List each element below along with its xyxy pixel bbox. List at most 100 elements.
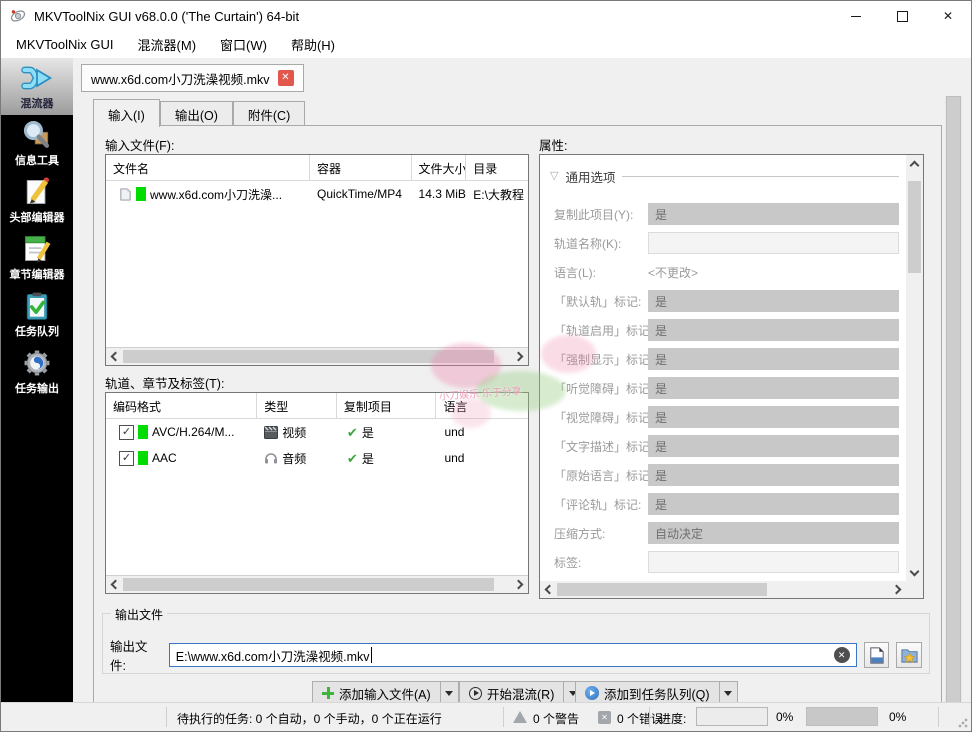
scroll-down-arrow[interactable] bbox=[906, 564, 923, 581]
text-description-select[interactable]: 是 bbox=[648, 435, 899, 457]
track-checkbox[interactable]: ✓ bbox=[119, 451, 134, 466]
current-progress-value: 0% bbox=[776, 710, 793, 724]
input-files-table[interactable]: 文件名 容器 文件大小 目录 www.x6d.com小刀洗澡... QuickT… bbox=[105, 154, 529, 366]
scrollbar-thumb[interactable] bbox=[123, 578, 494, 591]
forced-display-select[interactable]: 是 bbox=[648, 348, 899, 370]
track-language: und bbox=[444, 451, 464, 465]
general-options-section[interactable]: ▽ 通用选项 bbox=[550, 167, 899, 186]
clear-input-button[interactable]: ✕ bbox=[834, 647, 850, 663]
property-label: 「评论轨」标记: bbox=[554, 496, 648, 513]
visual-impaired-select[interactable]: 是 bbox=[648, 406, 899, 428]
column-header[interactable]: 编码格式 bbox=[106, 393, 257, 418]
merge-subtabs: 输入(I) 输出(O) 附件(C) bbox=[93, 99, 305, 126]
folder-star-icon bbox=[900, 646, 919, 665]
menu-window[interactable]: 窗口(W) bbox=[208, 31, 279, 58]
scrollbar-thumb[interactable] bbox=[946, 96, 961, 704]
add-to-queue-label: 添加到任务队列(Q) bbox=[604, 684, 710, 703]
page-vertical-scrollbar[interactable] bbox=[945, 96, 962, 704]
tab-attachments[interactable]: 附件(C) bbox=[233, 101, 305, 126]
tab-output[interactable]: 输出(O) bbox=[160, 101, 233, 126]
total-progress-value: 0% bbox=[889, 710, 906, 724]
current-progress-bar bbox=[696, 707, 768, 726]
table-row[interactable]: ✓ AVC/H.264/M... 视频 ✔ 是 und bbox=[106, 419, 528, 445]
compression-select[interactable]: 自动决定 bbox=[648, 522, 899, 544]
section-title: 通用选项 bbox=[565, 167, 615, 186]
horizontal-scrollbar[interactable] bbox=[106, 347, 528, 365]
column-header[interactable]: 文件大小 bbox=[412, 155, 467, 180]
open-folder-button[interactable] bbox=[896, 642, 922, 668]
scrollbar-corner bbox=[906, 581, 923, 598]
column-header[interactable]: 文件名 bbox=[106, 155, 310, 180]
vertical-scrollbar[interactable] bbox=[906, 155, 923, 581]
original-language-select[interactable]: 是 bbox=[648, 464, 899, 486]
horizontal-scrollbar[interactable] bbox=[540, 581, 906, 598]
menu-help[interactable]: 帮助(H) bbox=[279, 31, 347, 58]
scroll-up-arrow[interactable] bbox=[906, 155, 923, 172]
close-button[interactable]: ✕ bbox=[925, 1, 971, 31]
default-track-select[interactable]: 是 bbox=[648, 290, 899, 312]
sidebar-item-multiplexer[interactable]: 混流器 bbox=[1, 58, 73, 115]
document-tab-label: www.x6d.com小刀洗澡视频.mkv bbox=[91, 69, 270, 88]
track-checkbox[interactable]: ✓ bbox=[119, 425, 134, 440]
minimize-button[interactable] bbox=[833, 1, 879, 31]
output-file-input[interactable]: E:\www.x6d.com小刀洗澡视频.mkv ✕ bbox=[169, 643, 857, 667]
column-header[interactable]: 语言 bbox=[436, 393, 528, 418]
property-label: 压缩方式: bbox=[554, 525, 648, 542]
file-container: QuickTime/MP4 bbox=[317, 187, 402, 201]
scroll-left-arrow[interactable] bbox=[106, 348, 123, 365]
sidebar-label: 头部编辑器 bbox=[10, 209, 65, 225]
pending-jobs-status: 待执行的任务: 0 个自动，0 个手动，0 个正在运行 bbox=[177, 710, 442, 727]
error-icon: ✕ bbox=[598, 711, 611, 724]
sidebar-item-job-queue[interactable]: 任务队列 bbox=[1, 286, 73, 343]
horizontal-scrollbar[interactable] bbox=[106, 575, 528, 593]
track-name-input[interactable] bbox=[648, 232, 899, 254]
menu-multiplexer[interactable]: 混流器(M) bbox=[126, 31, 209, 58]
scrollbar-thumb[interactable] bbox=[123, 350, 494, 363]
resize-grip[interactable] bbox=[958, 718, 968, 728]
sidebar-label: 任务队列 bbox=[15, 323, 59, 339]
column-header[interactable]: 容器 bbox=[310, 155, 412, 180]
scroll-left-arrow[interactable] bbox=[540, 581, 557, 598]
commentary-select[interactable]: 是 bbox=[648, 493, 899, 515]
track-enabled-select[interactable]: 是 bbox=[648, 319, 899, 341]
tab-input[interactable]: 输入(I) bbox=[93, 99, 160, 127]
sidebar-item-info-tool[interactable]: 信息工具 bbox=[1, 115, 73, 172]
minimize-icon bbox=[851, 16, 861, 17]
column-header[interactable]: 复制项目 bbox=[337, 393, 437, 418]
copy-check-icon: ✔ bbox=[347, 452, 358, 465]
scroll-right-arrow[interactable] bbox=[511, 576, 528, 593]
hearing-impaired-select[interactable]: 是 bbox=[648, 377, 899, 399]
sidebar-item-chapter-editor[interactable]: 章节编辑器 bbox=[1, 229, 73, 286]
input-tab-panel: 输入文件(F): 文件名 容器 文件大小 目录 www.x6d.com小刀洗澡.… bbox=[93, 125, 942, 706]
section-divider bbox=[622, 176, 899, 177]
track-color-swatch bbox=[138, 425, 148, 439]
sidebar-item-job-output[interactable]: 任务输出 bbox=[1, 343, 73, 400]
track-codec: AAC bbox=[152, 451, 177, 465]
scrollbar-thumb[interactable] bbox=[557, 583, 767, 596]
column-header[interactable]: 目录 bbox=[466, 155, 528, 180]
column-header[interactable]: 类型 bbox=[257, 393, 337, 418]
file-directory: E:\大教程 bbox=[473, 186, 524, 203]
property-label: 「视觉障碍」标记: bbox=[554, 409, 648, 426]
queue-arrow-icon bbox=[585, 686, 599, 700]
copy-item-select[interactable]: 是 bbox=[648, 203, 899, 225]
menu-mkvtoolnix[interactable]: MKVToolNix GUI bbox=[4, 33, 126, 56]
table-row[interactable]: ✓ AAC 音频 ✔ 是 und bbox=[106, 445, 528, 471]
table-row[interactable]: www.x6d.com小刀洗澡... QuickTime/MP4 14.3 Mi… bbox=[106, 181, 528, 207]
sidebar-item-header-editor[interactable]: 头部编辑器 bbox=[1, 172, 73, 229]
start-muxing-label: 开始混流(R) bbox=[487, 684, 554, 703]
scroll-right-arrow[interactable] bbox=[889, 581, 906, 598]
language-value[interactable]: <不更改> bbox=[648, 264, 698, 281]
tracks-table[interactable]: 编码格式 类型 复制项目 语言 ✓ AVC/H.264/M... 视频 ✔ 是 bbox=[105, 392, 529, 594]
file-size: 14.3 MiB bbox=[419, 187, 466, 201]
scrollbar-thumb[interactable] bbox=[908, 181, 921, 273]
browse-output-button[interactable] bbox=[864, 642, 890, 668]
tab-close-button[interactable]: ✕ bbox=[278, 70, 294, 86]
tags-input[interactable] bbox=[648, 551, 899, 573]
sidebar-label: 章节编辑器 bbox=[10, 266, 65, 282]
scroll-right-arrow[interactable] bbox=[511, 348, 528, 365]
scroll-left-arrow[interactable] bbox=[106, 576, 123, 593]
maximize-button[interactable] bbox=[879, 1, 925, 31]
track-copy: 是 bbox=[362, 424, 374, 441]
document-tab[interactable]: www.x6d.com小刀洗澡视频.mkv ✕ bbox=[81, 64, 304, 92]
